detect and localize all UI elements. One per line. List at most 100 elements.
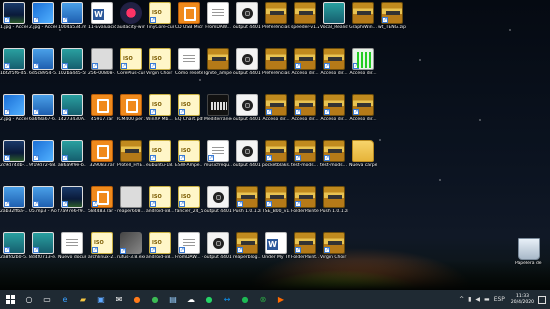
- desktop-icon[interactable]: ↗ android-x8... - Acceso dir...: [146, 186, 174, 226]
- desktop-icon[interactable]: ↗ eubuntu-18...: [146, 140, 174, 180]
- desktop-icon[interactable]: ↗ 14273430A... - Acceso dir...: [58, 94, 86, 134]
- desktop-icon[interactable]: Vocal_Realist-v4...: [320, 2, 348, 42]
- clock[interactable]: 11:33 20/4/2020: [507, 294, 538, 306]
- desktop-icon[interactable]: ↗ CorePlus-current...: [117, 48, 145, 88]
- desktop-icon[interactable]: Nueva carpeta: [349, 140, 377, 180]
- desktop-icon[interactable]: ↗ 584483.rar - Acceso dir...: [88, 186, 116, 226]
- desktop-icon[interactable]: speeder-v1.2.0...: [291, 2, 319, 42]
- desktop-icon[interactable]: ↗ 2.jpg - Acceso directo: [29, 2, 57, 42]
- desktop-icon[interactable]: ↗ FolderPainte... - Acceso dir...: [291, 186, 319, 226]
- teamviewer-taskbar-button[interactable]: ↔: [218, 290, 236, 309]
- desktop-icon[interactable]: ↗ wt_TENG.zip - Acceso dir...: [378, 2, 406, 42]
- file-explorer-taskbar-button[interactable]: ▰: [74, 290, 92, 309]
- xbox-taskbar-button[interactable]: ⊗: [254, 290, 272, 309]
- desktop-icon[interactable]: 329083.rar: [88, 140, 116, 180]
- desktop-icon[interactable]: ↗ EQ Chart.pdf - Acceso dir...: [175, 94, 203, 134]
- store-taskbar-button[interactable]: ▣: [92, 290, 110, 309]
- desktop-icon[interactable]: ↗ a86a9f9e-b... - Acceso dir...: [58, 140, 86, 180]
- desktop-icon[interactable]: ↗ test-mods... - Acceso dir...: [320, 140, 348, 180]
- whatsapp-taskbar-button[interactable]: ●: [200, 290, 218, 309]
- desktop-icon[interactable]: 11-Evaluación...: [88, 2, 116, 42]
- media-player-taskbar-button[interactable]: ▶: [272, 290, 290, 309]
- recycle-bin[interactable]: Papelera de reciclaje: [515, 238, 543, 278]
- desktop-icon[interactable]: ↗ 1bf2f5f6-d5...Acceso dir...: [0, 48, 28, 88]
- start-button[interactable]: [0, 290, 20, 309]
- desktop-icon[interactable]: ↗ Virgin Choir 1.0 Release...: [146, 48, 174, 88]
- desktop-icon[interactable]: ↗ 1004a534.mp4...: [58, 2, 86, 42]
- desktop-icon[interactable]: audacity-win...: [117, 2, 145, 42]
- desktop-icon[interactable]: Under My Thumb.doc: [262, 232, 290, 272]
- desktop-icon[interactable]: ↗ FromDAW... - Acceso dir...: [175, 232, 203, 272]
- desktop-icon[interactable]: ↗ Acceso dir...: [349, 48, 377, 88]
- desktop-icon[interactable]: ↗ Virgin Choir 1.0 Release...: [320, 232, 348, 272]
- desktop-icon[interactable]: output 4401...: [204, 186, 232, 226]
- desktop-icon[interactable]: ↗ archlinux-2... - Acceso dir...: [88, 232, 116, 272]
- desktop-icon[interactable]: output 4401...: [233, 94, 261, 134]
- spotify-taskbar-button[interactable]: ●: [236, 290, 254, 309]
- edge-taskbar-button[interactable]: e: [56, 290, 74, 309]
- mail-taskbar-button[interactable]: ✉: [110, 290, 128, 309]
- desktop-icon[interactable]: ↗ pocketblaks... - Acceso dir...: [262, 140, 290, 180]
- language-indicator[interactable]: ESP: [492, 296, 507, 303]
- desktop-icon[interactable]: ↗ 2c9d74db-... - Acceso dir...: [0, 140, 28, 180]
- desktop-icon[interactable]: FromDAW...: [204, 2, 232, 42]
- desktop-icon[interactable]: 45917.rar: [88, 94, 116, 134]
- desktop-icon[interactable]: ICM400 per 20 euros.rar: [117, 94, 145, 134]
- desktop-icon[interactable]: Push 1.0.1.zip: [320, 186, 348, 226]
- desktop-icon[interactable]: Cómo resetear bajo en la...: [175, 48, 203, 88]
- desktop-icon[interactable]: ↗ Acceso dir...: [291, 94, 319, 134]
- desktop-icon[interactable]: output 4401...: [233, 2, 261, 42]
- desktop-icon[interactable]: Ignite_ampeg...: [204, 48, 232, 88]
- firefox-taskbar-button[interactable]: ●: [128, 290, 146, 309]
- notepad-taskbar-button[interactable]: ▤: [164, 290, 182, 309]
- desktop-icon[interactable]: ↗ 2ab32ffba-... - Acceso dir...: [0, 186, 28, 226]
- desktop-icon[interactable]: reaper608...: [117, 186, 145, 226]
- desktop-icon[interactable]: ↗ 8d4f0713-e... - Acceso dir...: [29, 232, 57, 272]
- desktop-icon[interactable]: GraphiWin...: [349, 2, 377, 42]
- desktop-icon[interactable]: ↗ TSE_B00_v1... - Acceso dir...: [262, 186, 290, 226]
- desktop-icon[interactable]: ↗ f7a97e6-f9... - Acceso dir...: [58, 186, 86, 226]
- desktop-icon[interactable]: ↗ WinXP Mb... v2018.00 sft: [146, 94, 174, 134]
- desktop-icon[interactable]: output 4401...: [233, 48, 261, 88]
- desktop-icon[interactable]: ↗ 2a8fd2b0-5... - Acceso dir...: [0, 232, 28, 272]
- onedrive-taskbar-button[interactable]: ☁: [182, 290, 200, 309]
- desktop-icon[interactable]: Mediterráneo - Juan Man...: [204, 94, 232, 134]
- desktop-icon[interactable]: ↗ reaperblog... - Acceso dir...: [233, 232, 261, 272]
- desktop-icon[interactable]: output 4401... Preferências...: [204, 232, 232, 272]
- battery-icon[interactable]: ▬: [482, 296, 492, 303]
- desktop-icon[interactable]: ↗rufus-3.8.exe - Acceso dir...: [117, 232, 145, 272]
- desktop-icon[interactable]: ↗ 256-00808-...-1-WIND...: [88, 48, 116, 88]
- desktop-icon[interactable]: ↗ Acceso dir...: [320, 94, 348, 134]
- desktop-icon[interactable]: ↗ FolderPaint... - Acceso dir...: [291, 232, 319, 272]
- desktop-icon[interactable]: ↗ 1.jpg - Acceso directo: [0, 2, 28, 42]
- desktop-icon[interactable]: Preferências...: [262, 2, 290, 42]
- desktop-icon[interactable]: ↗ 9f19d72-68... - Acceso dir...: [29, 140, 57, 180]
- desktop-icon[interactable]: ↗ 102ba445-58... - Acceso dir...: [58, 48, 86, 88]
- volume-icon[interactable]: ◀: [473, 296, 482, 303]
- search-taskbar-button[interactable]: ○: [20, 290, 38, 309]
- desktop-icon[interactable]: ↗ 6a6f8a67-6... - Acceso dir...: [29, 94, 57, 134]
- desktop-icon[interactable]: ↗ test-mods... - Acceso dir...: [291, 140, 319, 180]
- desktop-icon[interactable]: Nuevo documento...: [58, 232, 86, 272]
- desktop-icon[interactable]: ↗ fancier_24_5... - Acceso dir...: [175, 186, 203, 226]
- desktop-icon[interactable]: ↗ ESW-Ampe... - Acceso dir...: [175, 140, 203, 180]
- desktop-icon[interactable]: output 4401...: [233, 140, 261, 180]
- desktop-icon[interactable]: ↗ Acceso dir...: [349, 94, 377, 134]
- desktop-icon[interactable]: ↗ 6d5c8954-5... - Acceso dir...: [29, 48, 57, 88]
- desktop-icon[interactable]: ↗ Acceso dir...: [320, 48, 348, 88]
- tray-chevron-icon[interactable]: ^: [457, 296, 466, 303]
- desktop-icon[interactable]: ↗ musicfrequ... (1).pdf - Acc...: [204, 140, 232, 180]
- desktop-icon[interactable]: ↗ Acceso dir...: [262, 94, 290, 134]
- desktop-icon[interactable]: ↗ 2.jpg - Acceso directo: [0, 94, 28, 134]
- desktop-icon[interactable]: ↗ android-x8... - Acceso dir...: [146, 232, 174, 272]
- task-view-taskbar-button[interactable]: ▭: [38, 290, 56, 309]
- network-icon[interactable]: ▮: [466, 296, 473, 303]
- notification-center-icon[interactable]: [538, 295, 546, 304]
- chrome-taskbar-button[interactable]: ●: [146, 290, 164, 309]
- desktop-icon[interactable]: CD USB Microscopio...: [175, 2, 203, 42]
- desktop-icon[interactable]: ↗ Acceso dir...: [291, 48, 319, 88]
- desktop-icon[interactable]: Protell_HYE...: [117, 140, 145, 180]
- desktop-icon[interactable]: ↗ 05.mp3 - Acceso dir...: [29, 186, 57, 226]
- desktop-icon[interactable]: Preferências...: [262, 48, 290, 88]
- desktop-icon[interactable]: ↗ TinyCore-current...: [146, 2, 174, 42]
